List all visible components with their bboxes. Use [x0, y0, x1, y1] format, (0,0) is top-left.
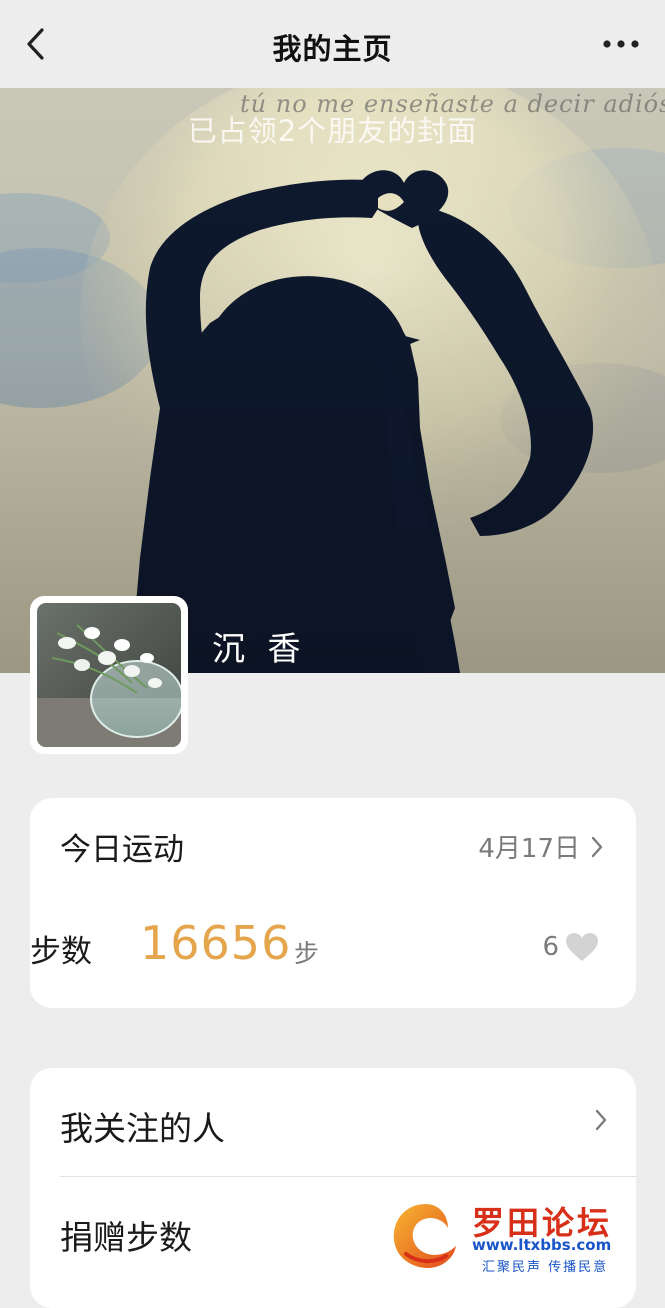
cover-image[interactable]: tú no me enseñaste a decir adiós 已占领2个朋友… — [0, 88, 665, 673]
top-navigation-bar: 我的主页 — [0, 0, 665, 88]
avatar[interactable] — [30, 596, 188, 754]
cover-caption: 已占领2个朋友的封面 — [187, 114, 478, 148]
forum-slogan: 汇聚民声 传播民意 — [482, 1260, 609, 1275]
more-options-button[interactable] — [599, 28, 643, 60]
sport-date: 4月17日 — [478, 834, 580, 864]
like-count: 6 — [542, 932, 559, 962]
more-dots-icon — [603, 40, 639, 48]
steps-unit: 步 — [294, 939, 320, 968]
steps-label: 步数 — [30, 934, 92, 970]
steps-value: 16656 — [140, 916, 292, 970]
chevron-right-icon — [595, 1109, 607, 1131]
today-sport-card: 今日运动 4月17日 — [30, 798, 636, 1008]
menu-item-following[interactable]: 我关注的人 — [30, 1068, 636, 1177]
menu-item-label: 捐赠步数 — [60, 1218, 192, 1257]
sport-date-link[interactable]: 4月17日 — [478, 828, 604, 865]
page-title: 我的主页 — [272, 32, 393, 66]
cover-photo — [0, 88, 665, 673]
forum-url: www.ltxbbs.com — [472, 1236, 612, 1254]
profile-nickname: 沉 香 — [212, 629, 307, 668]
chevron-right-icon — [591, 836, 603, 857]
menu-item-label: 我关注的人 — [60, 1109, 225, 1148]
forum-logo-icon — [393, 1204, 456, 1268]
like-button[interactable]: 6 — [542, 932, 599, 962]
heart-icon — [566, 933, 598, 961]
avatar-flower-image — [37, 603, 181, 747]
today-sport-title: 今日运动 — [60, 832, 184, 868]
forum-watermark: 罗田论坛 www.ltxbbs.com 汇聚民声 传播民意 — [386, 1196, 658, 1276]
